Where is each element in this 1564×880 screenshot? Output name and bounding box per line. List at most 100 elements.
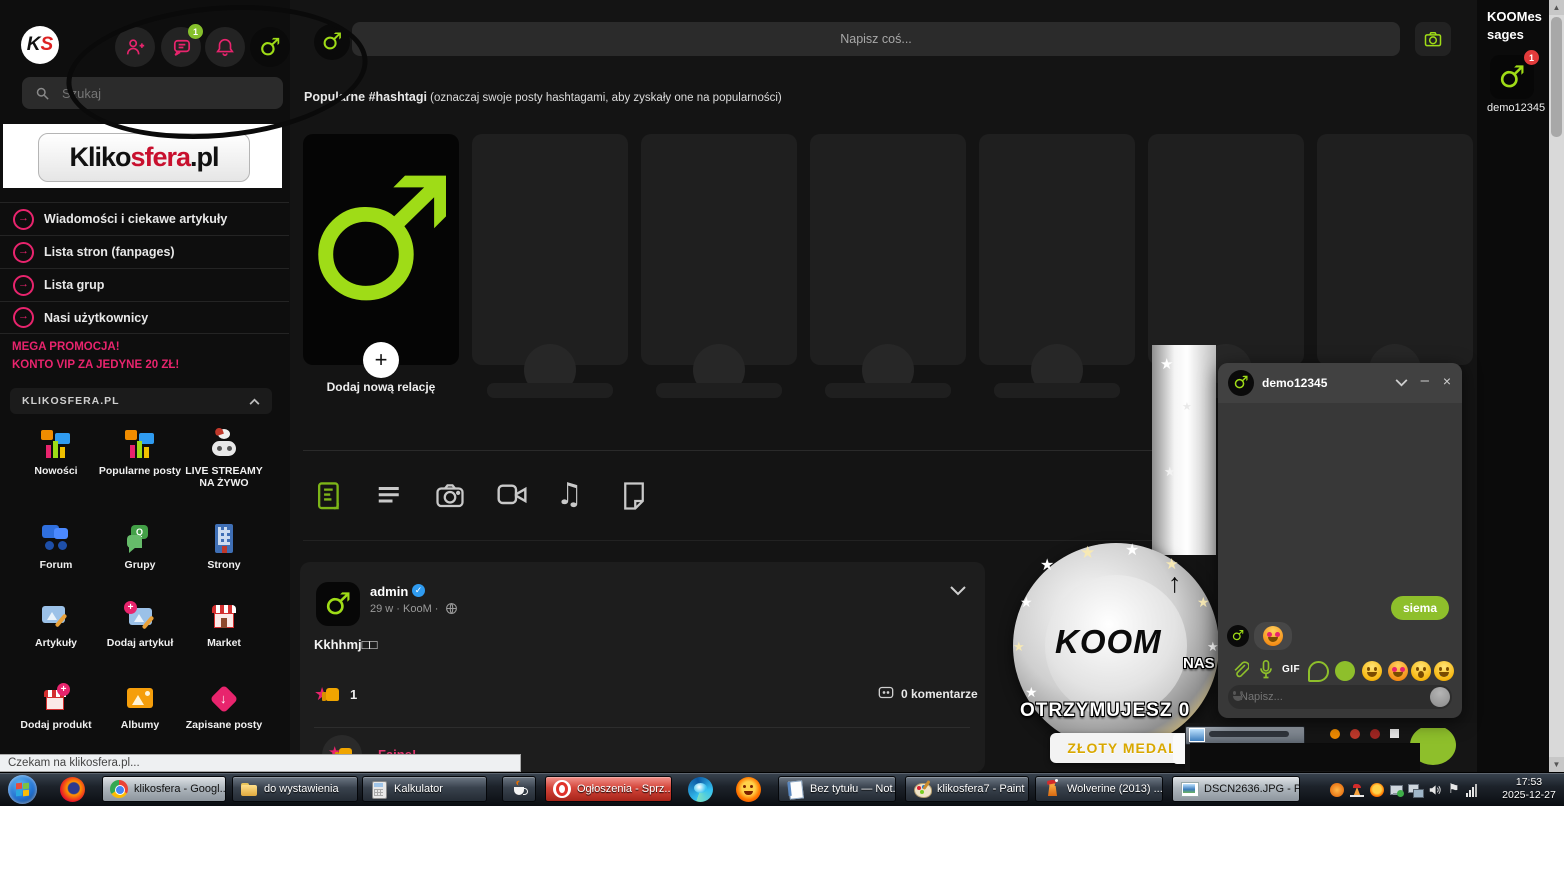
sidebar-item-lista-stron[interactable]: → Lista stron (fanpages) bbox=[0, 235, 289, 268]
firefox-icon[interactable] bbox=[60, 777, 85, 802]
tray-sun-icon[interactable] bbox=[1370, 783, 1384, 797]
chat-close-icon[interactable]: × bbox=[1443, 373, 1451, 389]
surprised-emoji-icon[interactable] bbox=[1411, 661, 1431, 681]
tray-signal-bars-icon[interactable] bbox=[1466, 783, 1480, 797]
shortcut-live-streamy[interactable]: LIVE STREAMY NA ŻYWO bbox=[181, 428, 267, 489]
chat-minimize-icon[interactable]: – bbox=[1421, 372, 1429, 389]
comments-count[interactable]: 0 komentarze bbox=[878, 686, 978, 701]
taskbar-button-folder[interactable]: do wystawienia bbox=[232, 776, 358, 802]
tray-action-center-flag-icon[interactable]: ⚑ bbox=[1448, 783, 1462, 797]
shortcut-strony[interactable]: Strony bbox=[181, 522, 267, 572]
feed-filter-photos[interactable] bbox=[434, 481, 468, 513]
tray-app-icon[interactable] bbox=[1330, 783, 1344, 797]
site-logo-ks[interactable]: KS bbox=[21, 26, 59, 64]
shortcut-market[interactable]: Market bbox=[181, 600, 267, 650]
promo-line-2[interactable]: KONTO VIP ZA JEDYNE 20 ZŁ! bbox=[12, 359, 179, 371]
tray-network-icon[interactable] bbox=[1408, 783, 1422, 797]
story-placeholder[interactable] bbox=[1148, 134, 1304, 365]
java-icon bbox=[510, 780, 528, 798]
sidebar-item-lista-grup[interactable]: → Lista grup bbox=[0, 268, 289, 301]
tray-security-icon[interactable] bbox=[1389, 783, 1403, 797]
chat-message-input[interactable] bbox=[1228, 690, 1412, 704]
add-friend-button[interactable] bbox=[115, 27, 155, 67]
chat-header[interactable]: ♂ demo12345 – × bbox=[1218, 363, 1462, 403]
chat-input[interactable] bbox=[1228, 685, 1452, 709]
shortcut-zapisane-posty[interactable]: ↓ Zapisane posty bbox=[181, 682, 267, 732]
star-struck-emoji-icon[interactable] bbox=[1388, 661, 1408, 681]
tray-volume-icon[interactable] bbox=[1428, 783, 1442, 797]
shortcut-albumy[interactable]: Albumy bbox=[97, 682, 183, 732]
story-placeholder[interactable] bbox=[1317, 134, 1473, 365]
taskbar-button-chrome[interactable]: klikosfera - Googl... bbox=[102, 776, 226, 802]
color-dot-icon[interactable] bbox=[1335, 661, 1355, 681]
taskbar-clock[interactable]: 17:53 2025-12-27 bbox=[1498, 776, 1560, 802]
attach-file-icon[interactable] bbox=[1231, 660, 1249, 680]
post-author-name[interactable]: admin bbox=[370, 584, 408, 599]
story-placeholder[interactable] bbox=[979, 134, 1135, 365]
shortcut-label: Forum bbox=[13, 560, 99, 572]
chat-collapse-chevron-icon[interactable] bbox=[1395, 379, 1408, 387]
taskbar-button-notepad[interactable]: Bez tytułu — Not... bbox=[778, 776, 896, 802]
sun-icon[interactable] bbox=[736, 777, 761, 802]
shortcut-popularne-posty[interactable]: Popularne posty bbox=[97, 428, 183, 478]
shortcut-label: Popularne posty bbox=[97, 466, 183, 478]
add-story-plus-button[interactable]: + bbox=[363, 342, 399, 378]
gif-button[interactable]: GIF bbox=[1282, 664, 1300, 675]
feed-filter-news[interactable] bbox=[314, 481, 348, 513]
search-bar[interactable] bbox=[22, 77, 283, 109]
story-add-card[interactable]: ♂ + bbox=[303, 134, 459, 365]
post-reactions[interactable]: ★ bbox=[316, 682, 342, 708]
taskbar-button-photo-viewer[interactable]: DSCN2636.JPG - P... bbox=[1172, 776, 1300, 802]
promo-line-1[interactable]: MEGA PROMOCJA! bbox=[12, 341, 120, 353]
shortcut-grupy[interactable]: Q Grupy bbox=[97, 522, 183, 572]
taskbar-button-java[interactable] bbox=[502, 776, 536, 802]
sidebar-item-wiadomosci[interactable]: → Wiadomości i ciekawe artykuły bbox=[0, 202, 289, 235]
profile-avatar[interactable]: ♂ bbox=[250, 27, 290, 67]
crying-emoji-icon[interactable] bbox=[1434, 661, 1454, 681]
composer-avatar[interactable]: ♂ bbox=[314, 24, 350, 60]
hashtags-tag[interactable]: #hashtagi bbox=[369, 90, 427, 104]
microphone-icon[interactable] bbox=[1259, 660, 1273, 680]
sidebar: KS 1 ♂ bbox=[0, 0, 291, 772]
emoji-picker-icon[interactable] bbox=[1430, 687, 1450, 707]
rail-chat-avatar[interactable]: ♂ 1 bbox=[1490, 55, 1534, 99]
taskbar-button-paint[interactable]: klikosfera7 - Paint bbox=[905, 776, 1029, 802]
sidebar-item-nasi-uzytkownicy[interactable]: → Nasi użytkownicy bbox=[0, 301, 289, 334]
story-placeholder[interactable] bbox=[472, 134, 628, 365]
shortcut-dodaj-artykul[interactable]: + Dodaj artykuł bbox=[97, 600, 183, 650]
notifications-button[interactable] bbox=[205, 27, 245, 67]
post-menu-chevron-icon[interactable] bbox=[950, 586, 966, 596]
sticker-icon[interactable] bbox=[1308, 661, 1329, 682]
logo-letter-s: S bbox=[41, 34, 54, 56]
shortcut-forum[interactable]: Forum bbox=[13, 522, 99, 572]
vertical-scrollbar[interactable]: ▲ ▼ bbox=[1549, 0, 1564, 772]
post-author-avatar[interactable]: ♂ bbox=[316, 582, 360, 626]
taskbar-button-wolverine[interactable]: Wolverine (2013) ... bbox=[1035, 776, 1163, 802]
composer-input[interactable]: Napisz coś... bbox=[352, 22, 1400, 56]
shortcut-dodaj-produkt[interactable]: + Dodaj produkt bbox=[13, 682, 99, 732]
story-placeholder[interactable] bbox=[641, 134, 797, 365]
scrollbar-up-arrow[interactable]: ▲ bbox=[1549, 0, 1564, 15]
taskbar-button-opera[interactable]: Ogłoszenia - Sprz... bbox=[545, 776, 672, 802]
composer-photo-button[interactable] bbox=[1415, 22, 1451, 56]
scrollbar-thumb[interactable] bbox=[1551, 17, 1562, 137]
feed-filter-text[interactable] bbox=[374, 481, 408, 513]
feed-filter-videos[interactable] bbox=[496, 481, 530, 513]
groups-chat-icon: Q bbox=[123, 522, 157, 556]
laughing-emoji-icon[interactable] bbox=[1362, 661, 1382, 681]
edge-icon[interactable] bbox=[688, 777, 713, 802]
section-header-klikosfera[interactable]: KLIKOSFERA.PL bbox=[10, 388, 272, 414]
shortcut-nowosci[interactable]: Nowości bbox=[13, 428, 99, 478]
start-button[interactable] bbox=[8, 775, 37, 804]
story-placeholder[interactable] bbox=[810, 134, 966, 365]
scrollbar-down-arrow[interactable]: ▼ bbox=[1549, 757, 1564, 772]
shortcut-artykuly[interactable]: Artykuły bbox=[13, 600, 99, 650]
klikosfera-logo-button[interactable]: Klikosfera.pl bbox=[38, 133, 250, 182]
taskbar-button-calculator[interactable]: Kalkulator bbox=[362, 776, 487, 802]
messages-button[interactable]: 1 bbox=[161, 27, 201, 67]
tray-vlc-santa-icon[interactable] bbox=[1350, 783, 1364, 797]
feed-filter-music[interactable]: ♫ bbox=[556, 479, 590, 511]
feed-filter-notes[interactable] bbox=[620, 481, 654, 513]
search-input[interactable] bbox=[60, 85, 264, 102]
rail-username[interactable]: demo12345 bbox=[1487, 102, 1545, 114]
